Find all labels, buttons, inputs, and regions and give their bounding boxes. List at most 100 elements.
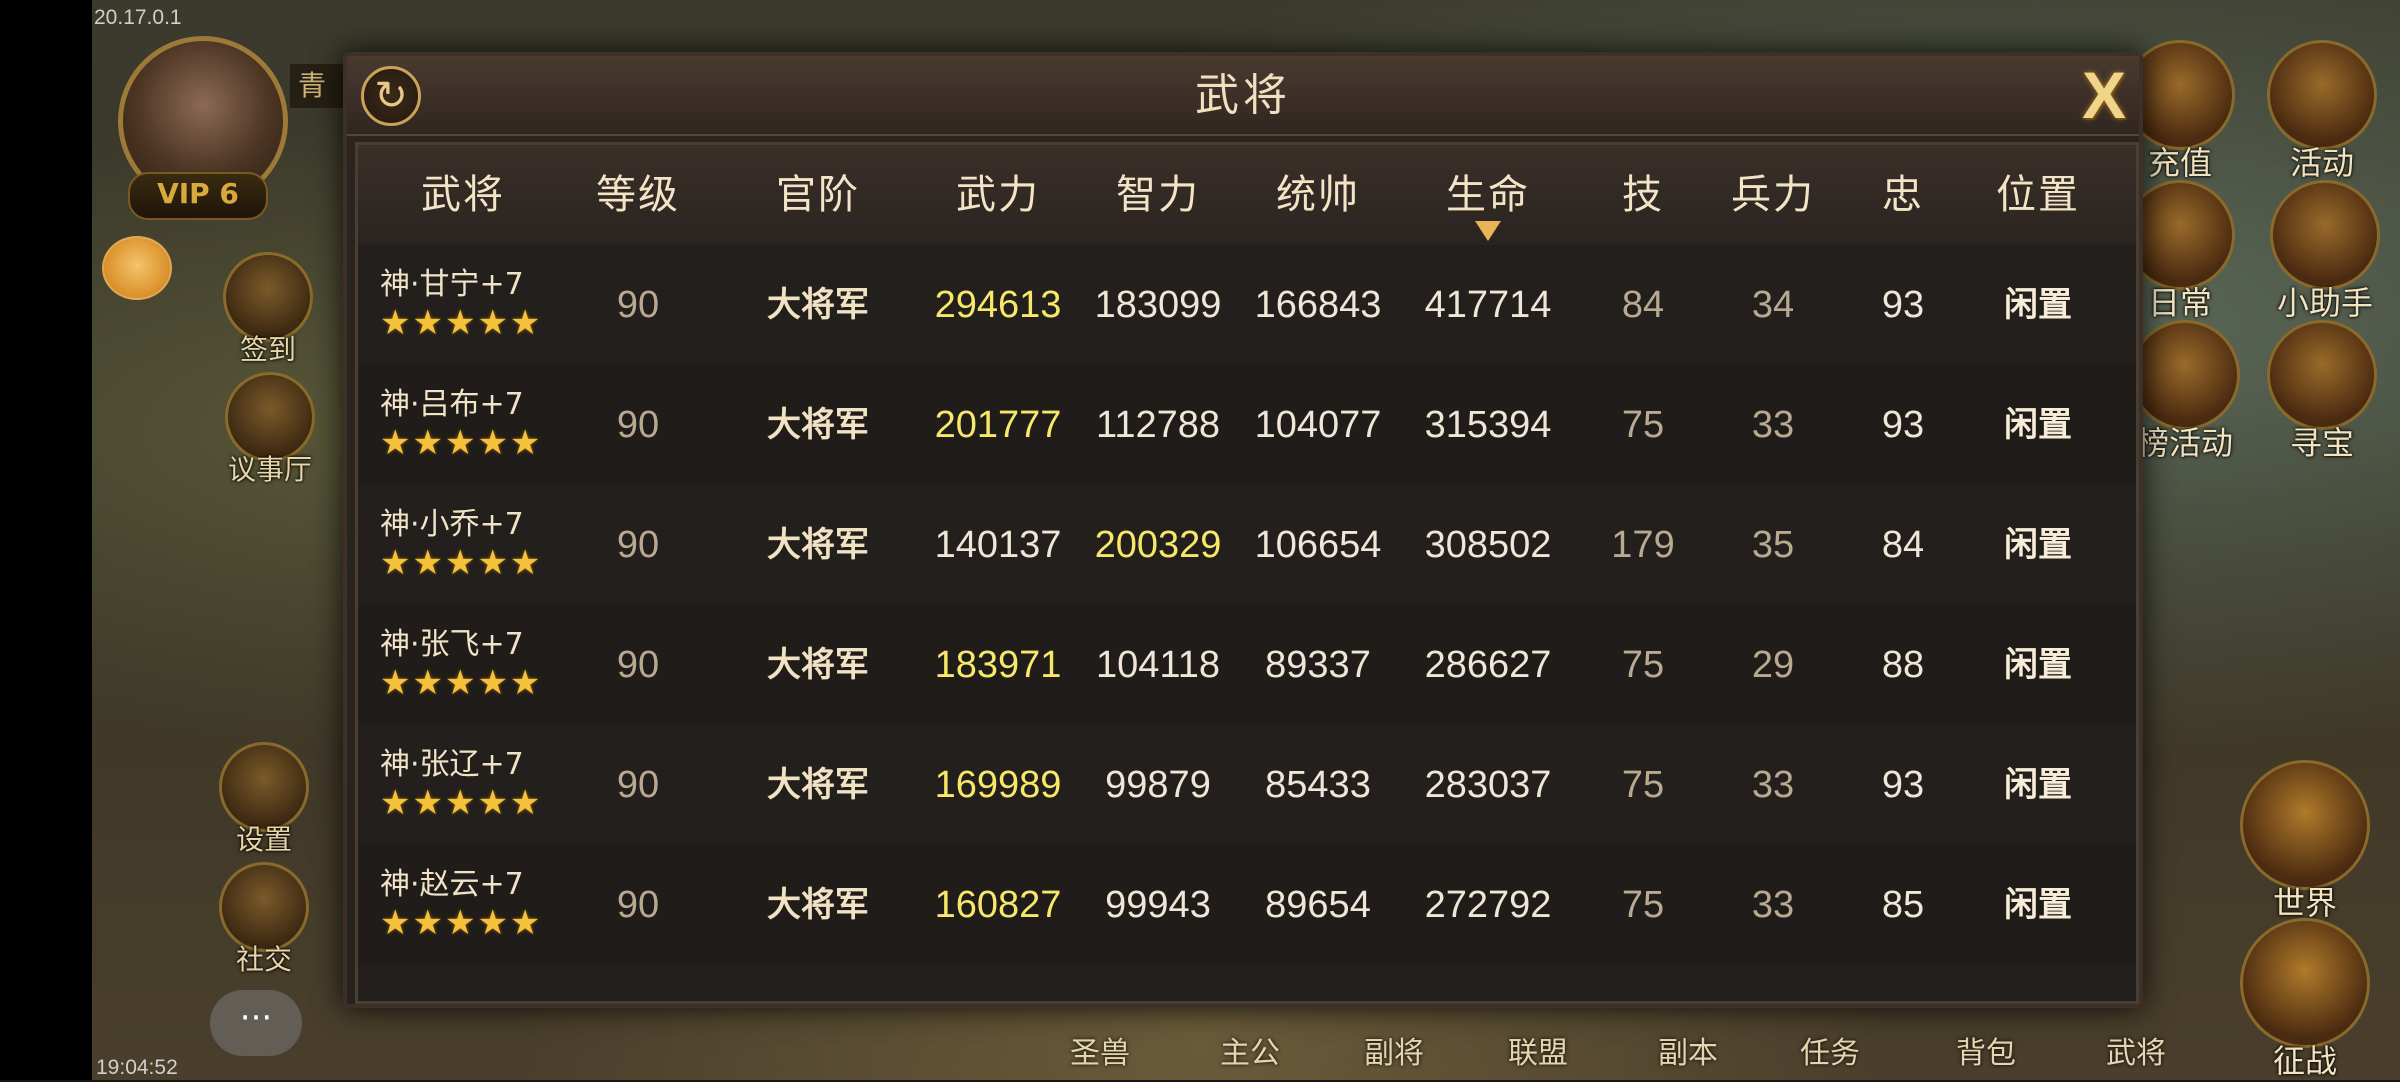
council-button[interactable]: 议事厅 xyxy=(210,372,330,488)
cell-life: 283037 xyxy=(1424,764,1552,806)
ranking-icon xyxy=(2130,320,2240,430)
cell-command: 106654 xyxy=(1254,524,1382,566)
event-button[interactable]: 活动 xyxy=(2262,40,2382,184)
cell-position[interactable]: 闲置 xyxy=(1958,725,2118,845)
star-rating-icon: ★★★★★ xyxy=(380,784,543,822)
cell-force: 140137 xyxy=(934,524,1062,566)
table-row[interactable]: 神·甘宁+7 ★★★★★ 90 大将军 294613 183099 166843 417714… xyxy=(358,245,2136,367)
generals-table: 武将 等级 官阶 武力 智力 统帅 生命 技 兵力 忠 位置 神·甘宁+7 ★★★… xyxy=(355,142,2139,1004)
social-label: 社交 xyxy=(235,943,292,976)
col-header-level[interactable]: 等级 xyxy=(558,145,718,245)
cell-loyalty: 93 xyxy=(1881,284,1925,326)
close-icon[interactable]: X xyxy=(2071,62,2137,128)
table-row[interactable]: 神·吕布+7 ★★★★★ 90 大将军 201777 112788 104077 315394… xyxy=(358,365,2136,487)
cell-life: 308502 xyxy=(1424,524,1552,566)
cat-mascot-icon[interactable] xyxy=(102,236,172,300)
bottom-item-deputy[interactable]: 副将 xyxy=(1364,1028,1424,1072)
cell-position[interactable]: 闲置 xyxy=(1958,245,2118,365)
left-edge xyxy=(0,0,92,1080)
cell-general: 神·小乔+7 ★★★★★ xyxy=(380,485,560,605)
checkin-button[interactable]: 签到 xyxy=(218,252,318,368)
cell-skill: 75 xyxy=(1621,644,1665,686)
table-row[interactable]: 神·张辽+7 ★★★★★ 90 大将军 169989 99879 85433 283037 75… xyxy=(358,725,2136,847)
cell-skill: 179 xyxy=(1611,524,1675,566)
table-row[interactable]: 神·赵云+7 ★★★★★ 90 大将军 160827 99943 89654 272792 75… xyxy=(358,845,2136,967)
bottom-item-alliance[interactable]: 联盟 xyxy=(1508,1028,1568,1072)
bottom-item-lord[interactable]: 主公 xyxy=(1220,1028,1280,1072)
cell-general: 神·甘宁+7 ★★★★★ xyxy=(380,245,560,365)
settings-label: 设置 xyxy=(235,823,292,856)
table-body: 神·甘宁+7 ★★★★★ 90 大将军 294613 183099 166843 417714… xyxy=(358,245,2136,1001)
bottom-item-dungeon[interactable]: 副本 xyxy=(1658,1028,1718,1072)
cell-troops: 33 xyxy=(1751,764,1795,806)
star-rating-icon: ★★★★★ xyxy=(380,304,543,342)
cell-position[interactable]: 闲置 xyxy=(1958,485,2118,605)
cell-rank: 大将军 xyxy=(767,765,869,805)
general-name: 神·小乔+7 xyxy=(380,507,524,542)
col-header-force[interactable]: 武力 xyxy=(918,145,1078,245)
treasure-chest-icon xyxy=(2267,320,2377,430)
cell-command: 89337 xyxy=(1265,644,1371,686)
cell-position[interactable]: 闲置 xyxy=(1958,845,2118,965)
vip-badge[interactable]: VIP 6 xyxy=(128,172,268,220)
cell-loyalty: 85 xyxy=(1881,884,1925,926)
ip-text: 20.17.0.1 xyxy=(94,6,182,29)
col-header-general[interactable]: 武将 xyxy=(378,145,548,245)
chest-icon xyxy=(2270,180,2380,290)
cell-force: 169989 xyxy=(934,764,1062,806)
assistant-button[interactable]: 小助手 xyxy=(2250,180,2400,324)
cell-troops: 33 xyxy=(1751,884,1795,926)
cell-loyalty: 93 xyxy=(1881,404,1925,446)
col-header-rank[interactable]: 官阶 xyxy=(728,145,908,245)
cell-position[interactable]: 闲置 xyxy=(1958,605,2118,725)
bottom-item-beasts[interactable]: 圣兽 xyxy=(1070,1028,1130,1072)
cell-rank: 大将军 xyxy=(767,645,869,685)
col-header-loyalty[interactable]: 忠 xyxy=(1848,145,1958,245)
clock-text: 19:04:52 xyxy=(96,1056,178,1079)
dialog-title-bar: 武将 ↻ X xyxy=(347,56,2139,136)
cell-loyalty: 93 xyxy=(1881,764,1925,806)
cell-general: 神·赵云+7 ★★★★★ xyxy=(380,845,560,965)
cell-intel: 99943 xyxy=(1105,884,1211,926)
cell-troops: 33 xyxy=(1751,404,1795,446)
world-button[interactable]: 世界 xyxy=(2230,760,2380,924)
bottom-item-bag[interactable]: 背包 xyxy=(1956,1028,2016,1072)
table-row[interactable]: 神·小乔+7 ★★★★★ 90 大将军 140137 200329 106654 308502… xyxy=(358,485,2136,607)
cell-rank: 大将军 xyxy=(767,285,869,325)
bottom-item-generals[interactable]: 武将 xyxy=(2106,1028,2166,1072)
treasure-button[interactable]: 寻宝 xyxy=(2262,320,2382,464)
cell-command: 166843 xyxy=(1254,284,1382,326)
settings-button[interactable]: 设置 xyxy=(214,742,314,858)
cell-troops: 34 xyxy=(1751,284,1795,326)
cell-rank: 大将军 xyxy=(767,525,869,565)
general-name: 神·赵云+7 xyxy=(380,867,524,902)
chat-button[interactable]: ··· xyxy=(210,990,302,1056)
cell-level: 90 xyxy=(616,644,660,686)
star-rating-icon: ★★★★★ xyxy=(380,424,543,462)
col-header-intel[interactable]: 智力 xyxy=(1078,145,1238,245)
cell-loyalty: 88 xyxy=(1881,644,1925,686)
col-header-position[interactable]: 位置 xyxy=(1958,145,2118,245)
cell-force: 160827 xyxy=(934,884,1062,926)
cell-skill: 75 xyxy=(1621,884,1665,926)
cell-intel: 99879 xyxy=(1105,764,1211,806)
cell-skill: 84 xyxy=(1621,284,1665,326)
general-name: 神·吕布+7 xyxy=(380,387,524,422)
bottom-item-quests[interactable]: 任务 xyxy=(1800,1028,1860,1072)
cell-level: 90 xyxy=(616,884,660,926)
cell-general: 神·张飞+7 ★★★★★ xyxy=(380,605,560,725)
cell-position[interactable]: 闲置 xyxy=(1958,365,2118,485)
campaign-button[interactable]: 征战 xyxy=(2230,918,2380,1082)
checkin-label: 签到 xyxy=(239,333,296,366)
col-header-skill[interactable]: 技 xyxy=(1588,145,1698,245)
col-header-troops[interactable]: 兵力 xyxy=(1698,145,1848,245)
cell-command: 104077 xyxy=(1254,404,1382,446)
cell-intel: 112788 xyxy=(1096,404,1220,446)
social-button[interactable]: 社交 xyxy=(214,862,314,978)
cell-rank: 大将军 xyxy=(767,405,869,445)
refresh-icon[interactable]: ↻ xyxy=(361,66,421,126)
col-header-command[interactable]: 统帅 xyxy=(1238,145,1398,245)
cell-force: 294613 xyxy=(934,284,1062,326)
table-row[interactable]: 神·张飞+7 ★★★★★ 90 大将军 183971 104118 89337 286627 7… xyxy=(358,605,2136,727)
dialog-title: 武将 xyxy=(1195,70,1291,121)
